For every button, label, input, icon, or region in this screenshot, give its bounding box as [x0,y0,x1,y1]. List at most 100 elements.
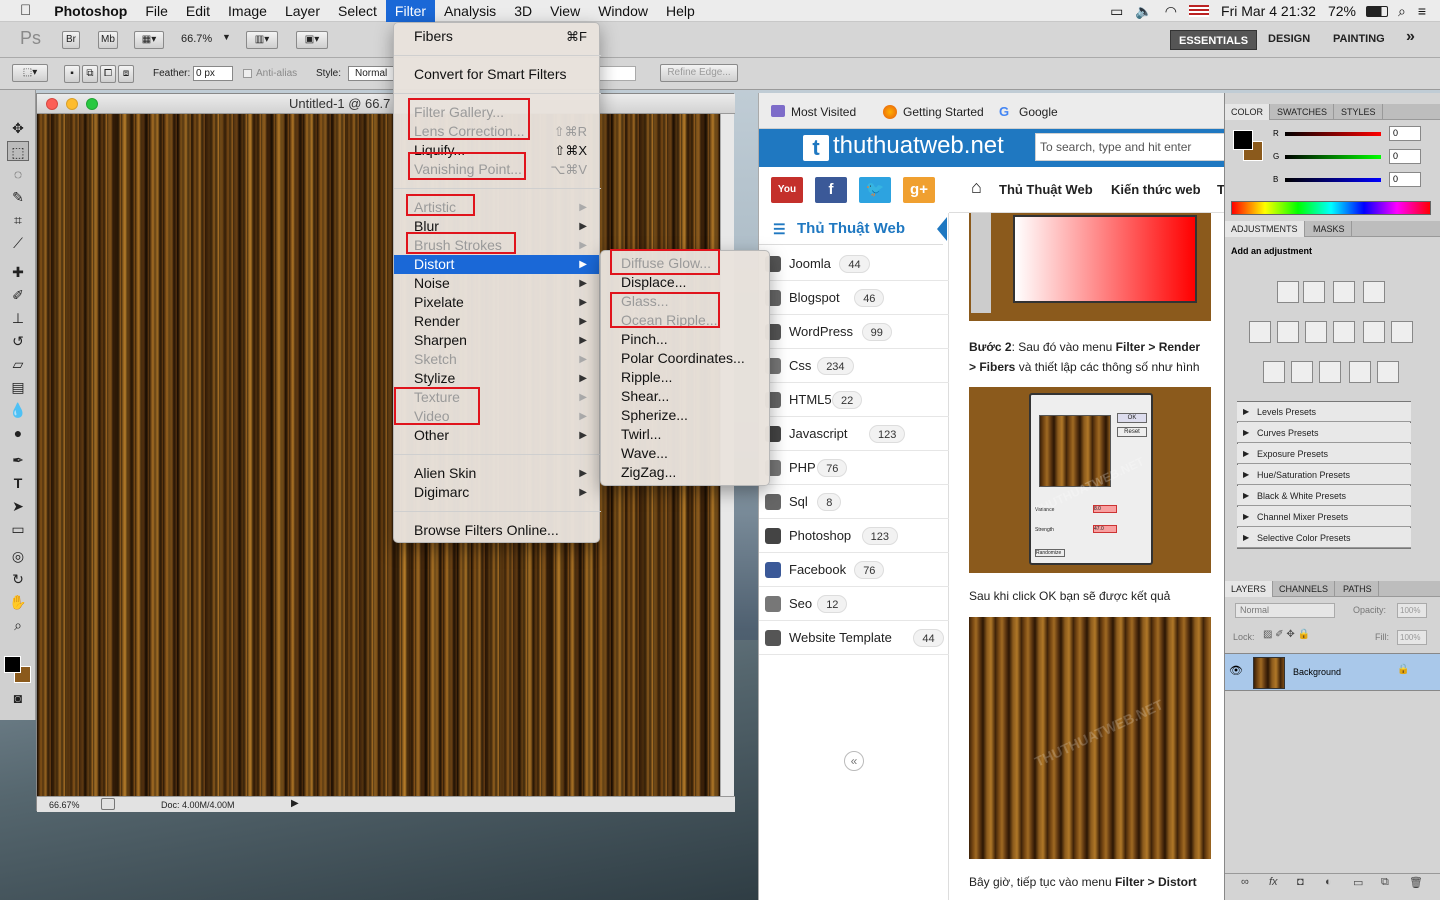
bookmark-most-visited[interactable]: Most Visited [791,105,856,119]
distort-menu-item-twirl[interactable]: Twirl... [601,425,769,444]
screen-mode-button[interactable]: ▣▾ [296,31,328,49]
spotlight-icon[interactable]: ⌕ [1392,3,1412,20]
nav-kien-thuc-web[interactable]: Kiến thức web [1111,182,1201,197]
youtube-icon[interactable]: You [771,177,803,203]
3d-rotate-tool-icon[interactable]: ◎ [7,546,29,566]
levels-icon[interactable] [1303,281,1325,303]
posterize-icon[interactable] [1291,361,1313,383]
lasso-tool-icon[interactable]: ◌ [7,164,29,184]
vibrance-icon[interactable] [1249,321,1271,343]
airplay-icon[interactable]: ▭ [1104,3,1129,20]
delete-layer-icon[interactable]: 🗑 [1409,876,1423,889]
channel-input[interactable]: 0 [1389,149,1421,164]
distort-menu-item-polar-coordinates[interactable]: Polar Coordinates... [601,349,769,368]
eyedropper-tool-icon[interactable]: ⟋ [7,233,29,253]
filter-menu-item-sketch[interactable]: Sketch ▶ [394,350,599,369]
distort-menu-item-pinch[interactable]: Pinch... [601,330,769,349]
flag-icon[interactable] [1189,5,1210,17]
history-brush-tool-icon[interactable]: ↺ [7,331,29,351]
add-mask-icon[interactable]: ◘ [1297,876,1304,888]
move-tool-icon[interactable]: ✥ [7,118,29,138]
style-select[interactable]: Normal [348,66,394,81]
category-item[interactable]: Seo 12 [759,587,949,621]
fill-input[interactable]: 100% [1397,630,1427,645]
clone-stamp-tool-icon[interactable]: ⊥ [7,308,29,328]
battery-text[interactable]: 72% [1322,3,1362,19]
blend-mode-select[interactable]: Normal [1235,603,1335,618]
category-item[interactable]: Facebook 76 [759,553,949,587]
filter-menu-item-sharpen[interactable]: Sharpen ▶ [394,331,599,350]
category-item[interactable]: Css 234 [759,349,949,383]
distort-menu-item-shear[interactable]: Shear... [601,387,769,406]
filter-menu-item-fibers[interactable]: Fibers ⌘F [394,27,599,46]
quick-select-tool-icon[interactable]: ✎ [7,187,29,207]
zoom-level[interactable]: 66.7% [181,33,212,45]
healing-brush-tool-icon[interactable]: ✚ [7,262,29,282]
menu-image[interactable]: Image [219,0,276,22]
curves-icon[interactable] [1333,281,1355,303]
bridge-button[interactable]: Br [62,31,80,49]
layer-row-background[interactable]: 👁 Background 🔒 [1225,653,1440,691]
notification-icon[interactable]: ≡ [1412,3,1440,19]
filter-menu-item-other[interactable]: Other ▶ [394,426,599,445]
3d-orbit-tool-icon[interactable]: ↻ [7,569,29,589]
minimize-icon[interactable] [66,98,78,110]
distort-menu-item-displace[interactable]: Displace... [601,273,769,292]
menu-3d[interactable]: 3D [505,0,541,22]
foreground-color-swatch[interactable] [4,656,21,673]
new-adjustment-layer-icon[interactable]: ◐ [1325,876,1332,888]
color-spectrum-bar[interactable] [1231,201,1431,215]
filter-menu-item-pixelate[interactable]: Pixelate ▶ [394,293,599,312]
intersect-selection-button[interactable]: ⧈ [118,65,134,83]
category-item[interactable]: Joomla 44 [759,247,949,281]
twitter-icon[interactable]: 🐦 [859,177,891,203]
category-item[interactable]: HTML5 22 [759,383,949,417]
crop-tool-icon[interactable]: ⌗ [7,210,29,230]
tab-swatches[interactable]: SWATCHES [1271,104,1335,120]
antialias-checkbox[interactable] [243,69,252,78]
distort-menu-item-ripple[interactable]: Ripple... [601,368,769,387]
filter-menu-item-alien-skin[interactable]: Alien Skin ▶ [394,464,599,483]
close-icon[interactable] [46,98,58,110]
site-logo-icon[interactable]: t [803,135,829,161]
opacity-input[interactable]: 100% [1397,603,1427,618]
menu-filter[interactable]: Filter [385,0,436,22]
photo-filter-icon[interactable] [1363,321,1385,343]
tab-paths[interactable]: PATHS [1337,581,1379,597]
category-item[interactable]: PHP 76 [759,451,949,485]
status-zoom[interactable]: 66.67% [49,800,80,810]
exposure-icon[interactable] [1363,281,1385,303]
clock[interactable]: Fri Mar 4 21:32 [1215,3,1322,19]
menu-analysis[interactable]: Analysis [435,0,505,22]
channel-input[interactable]: 0 [1389,172,1421,187]
filter-menu-item-browse-filters-online[interactable]: Browse Filters Online... [394,521,599,540]
battery-icon[interactable] [1365,5,1388,17]
filter-menu-item-convert-for-smart-filters[interactable]: Convert for Smart Filters [394,65,599,84]
eraser-tool-icon[interactable]: ▱ [7,354,29,374]
feather-input[interactable]: 0 px [193,66,233,81]
home-icon[interactable]: ⌂ [971,177,982,198]
category-item[interactable]: Sql 8 [759,485,949,519]
tab-masks[interactable]: MASKS [1307,221,1352,237]
selective-color-icon[interactable] [1377,361,1399,383]
mini-bridge-button[interactable]: Mb [98,31,118,49]
adjustment-preset-item[interactable]: ▶ Curves Presets [1237,423,1411,443]
black-white-icon[interactable] [1333,321,1355,343]
filter-menu-item-distort[interactable]: Distort ▶ [394,255,599,274]
apple-icon[interactable]:  [0,0,45,22]
volume-icon[interactable]: 🔈 [1129,3,1158,20]
tab-layers[interactable]: LAYERS [1225,581,1273,597]
layer-name[interactable]: Background [1293,667,1341,677]
category-item[interactable]: WordPress 99 [759,315,949,349]
workspace-essentials[interactable]: ESSENTIALS [1170,30,1258,50]
tool-preset-button[interactable]: ⬚▾ [12,64,48,82]
channel-slider[interactable] [1285,132,1381,136]
brightness-contrast-icon[interactable] [1277,281,1299,303]
adjustment-preset-item[interactable]: ▶ Levels Presets [1237,402,1411,422]
menu-select[interactable]: Select [329,0,386,22]
eye-icon[interactable]: 👁 [1229,664,1243,677]
collapse-sidebar-button[interactable]: « [844,751,864,771]
add-selection-button[interactable]: ⧉ [82,65,98,83]
zoom-tool-icon[interactable]: ⌕ [7,615,29,635]
arrange-documents-button[interactable]: ▥▾ [246,31,278,49]
